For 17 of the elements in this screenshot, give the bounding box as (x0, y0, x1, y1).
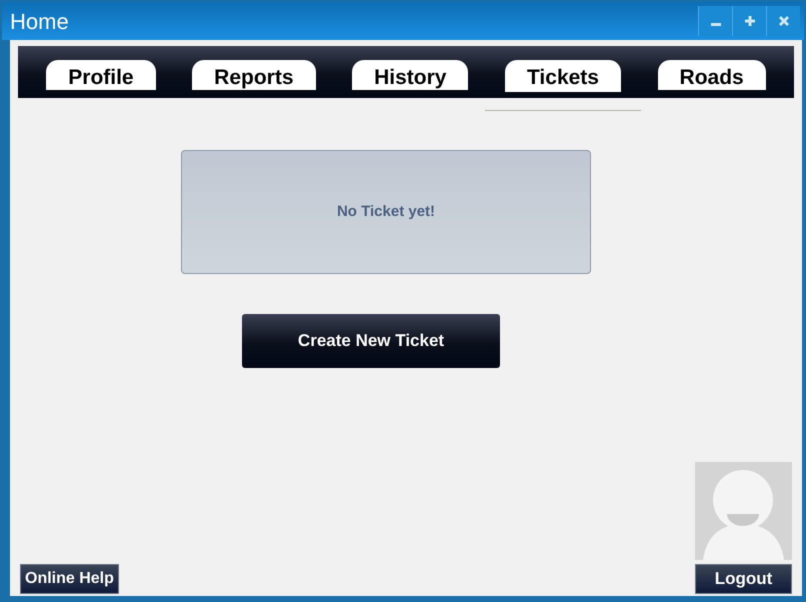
logout-button[interactable]: Logout (695, 564, 792, 594)
close-icon (778, 16, 788, 26)
empty-message: No Ticket yet! (336, 202, 436, 222)
tab[interactable]: Tickets (504, 60, 621, 92)
plus-icon (744, 16, 754, 26)
window-title: Home (10, 8, 69, 36)
tab[interactable]: Roads (658, 60, 766, 90)
tab[interactable]: Profile (46, 60, 156, 90)
close-button[interactable] (766, 6, 800, 36)
tab[interactable]: History (352, 60, 468, 90)
create-ticket-button[interactable]: Create New Ticket (242, 314, 500, 368)
minimize-button[interactable] (698, 6, 732, 36)
avatar-icon (695, 462, 792, 560)
minimize-icon (710, 22, 720, 26)
online-help-button[interactable]: Online Help (20, 564, 119, 594)
tab[interactable]: Reports (192, 60, 316, 90)
maximize-button[interactable] (732, 6, 766, 36)
